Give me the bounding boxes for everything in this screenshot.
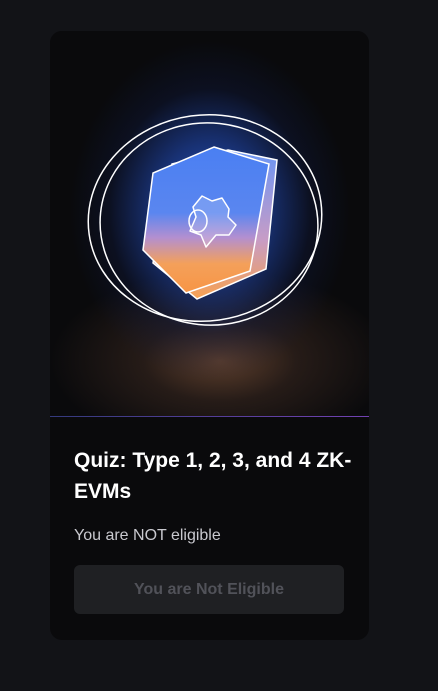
eligibility-status: You are NOT eligible <box>74 527 221 544</box>
quiz-card[interactable]: Quiz: Type 1, 2, 3, and 4 ZK-EVMs You ar… <box>50 31 369 640</box>
card-divider <box>50 416 369 417</box>
quiz-title: Quiz: Type 1, 2, 3, and 4 ZK-EVMs <box>74 449 352 503</box>
quiz-badge-artwork <box>50 31 369 416</box>
hexagon-badge-icon <box>87 113 323 326</box>
not-eligible-button[interactable]: You are Not Eligible <box>74 565 344 614</box>
